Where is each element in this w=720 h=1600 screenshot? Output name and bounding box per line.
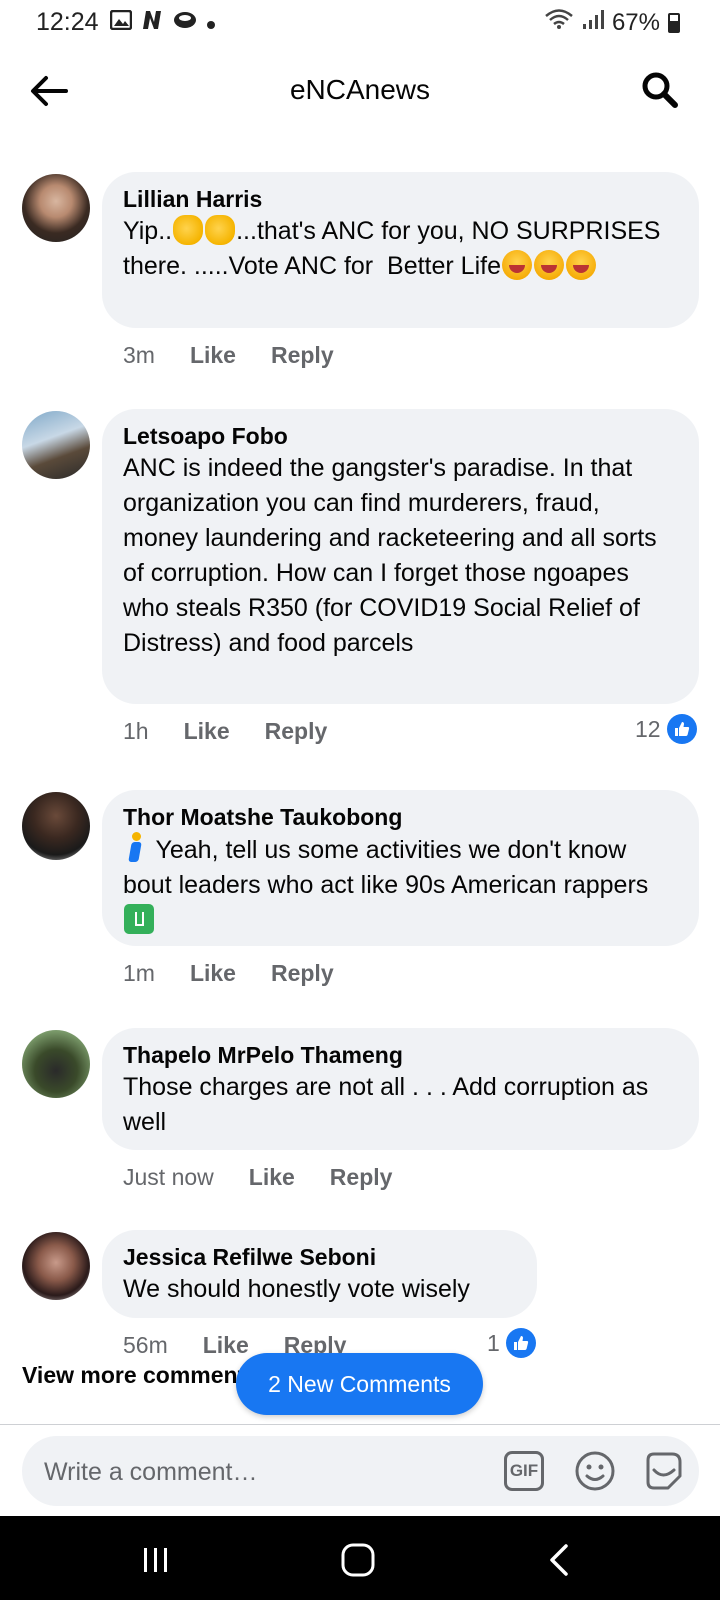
dot-icon — [206, 10, 216, 36]
rolling-laughing-emoji — [533, 250, 564, 280]
clapping-hands-emoji — [205, 215, 236, 245]
comment-text: We should honestly vote wisely — [123, 1275, 470, 1303]
comment-time: 56m — [123, 1332, 168, 1358]
comment-time: Just now — [123, 1164, 214, 1190]
comment-actions: 3m Like Reply — [123, 342, 369, 369]
comment-author[interactable]: Lillian Harris — [123, 184, 679, 214]
comment-time: 1h — [123, 718, 149, 744]
reply-button[interactable]: Reply — [330, 1164, 393, 1191]
reactions-summary[interactable]: 12 — [635, 714, 697, 744]
status-bar: 12:24 67% — [0, 0, 720, 46]
comment-composer: GIF — [22, 1436, 699, 1508]
status-time: 12:24 — [36, 8, 99, 36]
like-button[interactable]: Like — [190, 960, 236, 987]
like-button[interactable]: Like — [184, 718, 230, 745]
comment-text: ANC is indeed the gangster's paradise. I… — [123, 454, 664, 657]
smiley-icon — [575, 1451, 615, 1491]
avatar[interactable] — [22, 1030, 90, 1098]
clapping-hands-emoji — [173, 215, 204, 245]
like-reaction-icon — [505, 1328, 536, 1358]
comment-actions: 1h Like Reply — [123, 718, 362, 745]
comment-text: Yeah, tell us some activities we don't k… — [123, 832, 679, 938]
battery-icon — [668, 13, 680, 33]
search-icon — [642, 72, 678, 108]
emoji-button[interactable] — [574, 1450, 616, 1492]
reaction-count: 1 — [487, 1329, 500, 1356]
comment-text: Those charges are not all . . . Add corr… — [123, 1073, 656, 1136]
home-icon — [341, 1543, 375, 1577]
like-button[interactable]: Like — [190, 342, 236, 369]
gif-button[interactable]: GIF — [504, 1451, 544, 1491]
system-navigation-bar — [0, 1516, 720, 1600]
page-title: eNCAnews — [289, 74, 431, 105]
like-button[interactable]: Like — [203, 1332, 249, 1359]
sticker-icon — [646, 1452, 682, 1490]
reaction-count: 12 — [635, 715, 661, 742]
view-more-comments-link[interactable]: View more comments — [22, 1362, 258, 1389]
back-nav-button[interactable] — [540, 1540, 580, 1580]
comment-bubble[interactable]: Jessica Refilwe Seboni We should honestl… — [102, 1230, 537, 1318]
comment-input[interactable] — [42, 1436, 466, 1508]
comment-author[interactable]: Jessica Refilwe Seboni — [123, 1242, 517, 1272]
app-notification-icon — [172, 10, 198, 36]
comment-actions: Just now Like Reply — [123, 1164, 427, 1191]
home-button[interactable] — [338, 1540, 378, 1580]
comment-time: 1m — [123, 960, 155, 986]
new-comments-button[interactable]: 2 New Comments — [236, 1353, 483, 1415]
reply-button[interactable]: Reply — [271, 960, 334, 987]
rolling-laughing-emoji — [501, 250, 532, 280]
reply-button[interactable]: Reply — [271, 342, 334, 369]
person-walking-emoji — [124, 832, 148, 864]
comment-bubble[interactable]: Lillian Harris Yip.. ...that's ANC for yo… — [102, 172, 699, 328]
comment-author[interactable]: Thapelo MrPelo Thameng — [123, 1040, 679, 1070]
avatar[interactable] — [22, 411, 90, 479]
reply-button[interactable]: Reply — [265, 718, 328, 745]
reactions-summary[interactable]: 1 — [487, 1328, 536, 1358]
netflix-icon — [140, 10, 164, 36]
comment-author[interactable]: Thor Moatshe Taukobong — [123, 802, 679, 832]
divider — [0, 1424, 720, 1425]
chevron-left-icon — [550, 1544, 568, 1576]
comment-actions: 1m Like Reply — [123, 960, 369, 987]
comment-bubble[interactable]: Letsoapo Fobo ANC is indeed the gangster… — [102, 409, 699, 704]
battery-percent: 67% — [611, 8, 660, 36]
wifi-icon — [544, 8, 574, 37]
comment-bubble[interactable]: Thapelo MrPelo Thameng Those charges are… — [102, 1028, 699, 1150]
gallery-icon — [109, 9, 133, 36]
comment-bubble[interactable]: Thor Moatshe Taukobong Yeah, tell us som… — [102, 790, 699, 946]
litter-bin-emoji — [124, 904, 154, 934]
comment-author[interactable]: Letsoapo Fobo — [123, 421, 679, 451]
comment-text: Yip.. ...that's ANC for you, NO SURPRISES… — [123, 215, 668, 280]
signal-icon — [582, 8, 604, 37]
like-reaction-icon — [666, 714, 697, 744]
rolling-laughing-emoji — [565, 250, 596, 280]
recent-apps-button[interactable] — [136, 1540, 176, 1580]
avatar[interactable] — [22, 1232, 90, 1300]
avatar[interactable] — [22, 792, 90, 860]
top-app-bar: eNCAnews — [0, 46, 720, 134]
comment-time: 3m — [123, 342, 155, 368]
search-button[interactable] — [640, 70, 680, 110]
recents-icon — [144, 1548, 167, 1572]
sticker-button[interactable] — [642, 1450, 684, 1492]
avatar[interactable] — [22, 174, 90, 242]
comments-list[interactable]: Lillian Harris Yip.. ...that's ANC for yo… — [0, 134, 720, 1424]
like-button[interactable]: Like — [249, 1164, 295, 1191]
